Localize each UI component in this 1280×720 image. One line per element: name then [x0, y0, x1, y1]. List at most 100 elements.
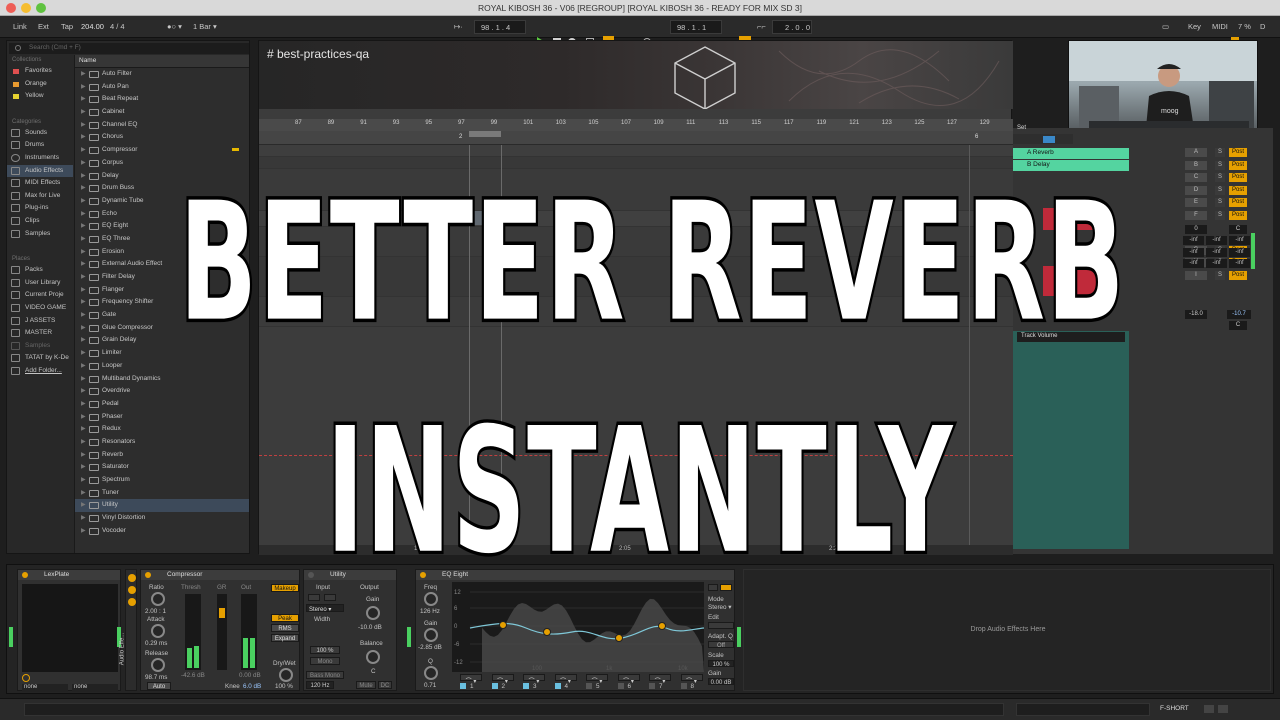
- return-track-a[interactable]: A Reverb: [1013, 148, 1129, 159]
- expand-arrow-icon[interactable]: ▶: [81, 108, 86, 115]
- expand-arrow-icon[interactable]: ▶: [81, 184, 86, 191]
- solo-button[interactable]: S: [1215, 211, 1225, 220]
- expand-arrow-icon[interactable]: ▶: [81, 248, 86, 255]
- track-lane[interactable]: [259, 145, 1013, 157]
- expand-arrow-icon[interactable]: ▶: [81, 95, 86, 102]
- band-toggle[interactable]: [491, 683, 498, 689]
- tap-tempo-button[interactable]: Tap: [61, 22, 73, 31]
- band-toggle[interactable]: [523, 683, 529, 689]
- expand-arrow-icon[interactable]: ▶: [81, 489, 86, 496]
- plugin-toggle-icon[interactable]: [22, 674, 30, 682]
- place-samples[interactable]: Samples: [7, 340, 73, 353]
- song-position-box[interactable]: 98 . 1 . 4: [474, 20, 526, 34]
- solo-button[interactable]: S: [1215, 270, 1225, 280]
- place-j-assets[interactable]: J ASSETS: [7, 315, 73, 328]
- time-signature-field[interactable]: 4 / 4: [110, 22, 125, 31]
- solo-button[interactable]: S: [1215, 173, 1225, 183]
- browser-item[interactable]: ▶ Cabinet: [75, 106, 249, 119]
- eq-display[interactable]: 1260-6-121001k10k: [452, 582, 705, 672]
- peak-level-display[interactable]: -inf: [1183, 247, 1204, 257]
- category-max-for-live[interactable]: Max for Live: [7, 190, 73, 203]
- track-volume-display[interactable]: 0: [1185, 225, 1207, 234]
- expand-arrow-icon[interactable]: ▶: [81, 286, 86, 293]
- expand-arrow-icon[interactable]: ▶: [81, 83, 86, 90]
- expand-arrow-icon[interactable]: ▶: [81, 362, 86, 369]
- loop-start-box[interactable]: 98 . 1 . 1: [670, 20, 722, 34]
- browser-item[interactable]: ▶ Multiband Dynamics: [75, 373, 249, 386]
- auto-release-button[interactable]: Auto: [147, 682, 171, 690]
- set-button[interactable]: Set: [1017, 125, 1026, 131]
- device-on-icon[interactable]: [145, 572, 151, 578]
- expand-arrow-icon[interactable]: ▶: [81, 527, 86, 534]
- place-user-library[interactable]: User Library: [7, 277, 73, 290]
- browser-item[interactable]: ▶ Channel EQ: [75, 119, 249, 132]
- category-instruments[interactable]: Instruments: [7, 152, 73, 165]
- place-current-project[interactable]: Current Proje: [7, 289, 73, 302]
- beat-time-ruler[interactable]: 87 89 91 93 95 97 99 101 103 105 107 109 111 113 115 11…: [259, 119, 1013, 131]
- solo-button[interactable]: S: [1215, 185, 1225, 195]
- post-button[interactable]: Post: [1229, 160, 1247, 170]
- punch-icon[interactable]: ⌐⌐: [757, 22, 766, 31]
- post-button[interactable]: Post: [1229, 270, 1247, 280]
- sidechain-select-1[interactable]: none: [22, 684, 68, 692]
- expand-arrow-icon[interactable]: ▶: [81, 349, 86, 356]
- solo-button[interactable]: S: [1215, 198, 1225, 208]
- expand-arrow-icon[interactable]: ▶: [81, 235, 86, 242]
- expand-arrow-icon[interactable]: ▶: [81, 133, 86, 140]
- expand-arrow-icon[interactable]: ▶: [81, 260, 86, 267]
- scale-value[interactable]: 100 %: [708, 660, 734, 668]
- out-value[interactable]: 0.00 dB: [239, 672, 261, 679]
- expand-arrow-icon[interactable]: ▶: [81, 273, 86, 280]
- peak-level-display[interactable]: -inf: [1229, 247, 1250, 257]
- filter-type-select[interactable]: ⌒ ▾: [491, 674, 514, 685]
- threshold-meter[interactable]: [185, 594, 201, 670]
- category-midi-effects[interactable]: MIDI Effects: [7, 177, 73, 190]
- edit-a-button[interactable]: [708, 622, 734, 629]
- peak-level-display[interactable]: -inf: [1229, 259, 1250, 268]
- expand-arrow-icon[interactable]: ▶: [81, 476, 86, 483]
- post-button[interactable]: Post: [1229, 148, 1247, 157]
- rms-button[interactable]: RMS: [271, 624, 299, 632]
- peak-level-display[interactable]: -inf: [1183, 236, 1204, 245]
- expand-arrow-icon[interactable]: ▶: [81, 425, 86, 432]
- metronome-toggle[interactable]: ●○ ▾: [167, 22, 182, 31]
- expand-arrow-icon[interactable]: ▶: [81, 121, 86, 128]
- browser-item[interactable]: ▶ Beat Repeat: [75, 93, 249, 106]
- link-button[interactable]: Link: [13, 22, 27, 31]
- browser-item[interactable]: ▶ Looper: [75, 360, 249, 373]
- eq-gain-value[interactable]: -2.85 dB: [418, 644, 442, 651]
- drywet-value[interactable]: 100 %: [275, 683, 293, 690]
- freq-value[interactable]: 126 Hz: [420, 608, 440, 615]
- expand-arrow-icon[interactable]: ▶: [81, 375, 86, 382]
- peak-level-display[interactable]: -inf: [1206, 236, 1227, 245]
- peak-level-display[interactable]: -inf: [1206, 259, 1227, 268]
- band-toggle[interactable]: [649, 683, 655, 689]
- rack-toggle-icon[interactable]: [128, 574, 136, 582]
- loop-brace-bar[interactable]: 2 6: [259, 131, 1013, 145]
- ext-sync-button[interactable]: Ext: [38, 22, 49, 31]
- sidechain-select-2[interactable]: none: [72, 684, 118, 692]
- solo-button[interactable]: S: [1215, 148, 1225, 157]
- expand-arrow-icon[interactable]: ▶: [81, 197, 86, 204]
- eq-band-handle[interactable]: [615, 634, 623, 642]
- phase-left-button[interactable]: [308, 594, 320, 601]
- name-column-header[interactable]: Name: [75, 55, 249, 68]
- mute-button[interactable]: Mute: [356, 681, 376, 689]
- post-button[interactable]: Post: [1229, 211, 1247, 220]
- attack-value[interactable]: 0.29 ms: [145, 640, 167, 647]
- mono-button[interactable]: Mono: [310, 657, 340, 665]
- attack-knob[interactable]: [151, 624, 165, 638]
- eq-gain-knob[interactable]: [424, 628, 438, 642]
- post-button[interactable]: Post: [1229, 173, 1247, 183]
- browser-item[interactable]: ▶ Chorus: [75, 131, 249, 144]
- drywet-knob[interactable]: [279, 668, 293, 682]
- post-button[interactable]: Post: [1229, 185, 1247, 195]
- view-toggle-icon[interactable]: [1204, 705, 1214, 713]
- send-letter[interactable]: D: [1185, 185, 1207, 195]
- collection-yellow[interactable]: Yellow: [7, 90, 73, 103]
- master-pan-display[interactable]: C: [1229, 321, 1247, 330]
- collection-favorites[interactable]: Favorites: [7, 65, 73, 78]
- browser-item[interactable]: ▶ Auto Pan: [75, 81, 249, 94]
- peak-level-display[interactable]: -inf: [1229, 236, 1250, 245]
- thresh-value[interactable]: -42.6 dB: [181, 672, 205, 679]
